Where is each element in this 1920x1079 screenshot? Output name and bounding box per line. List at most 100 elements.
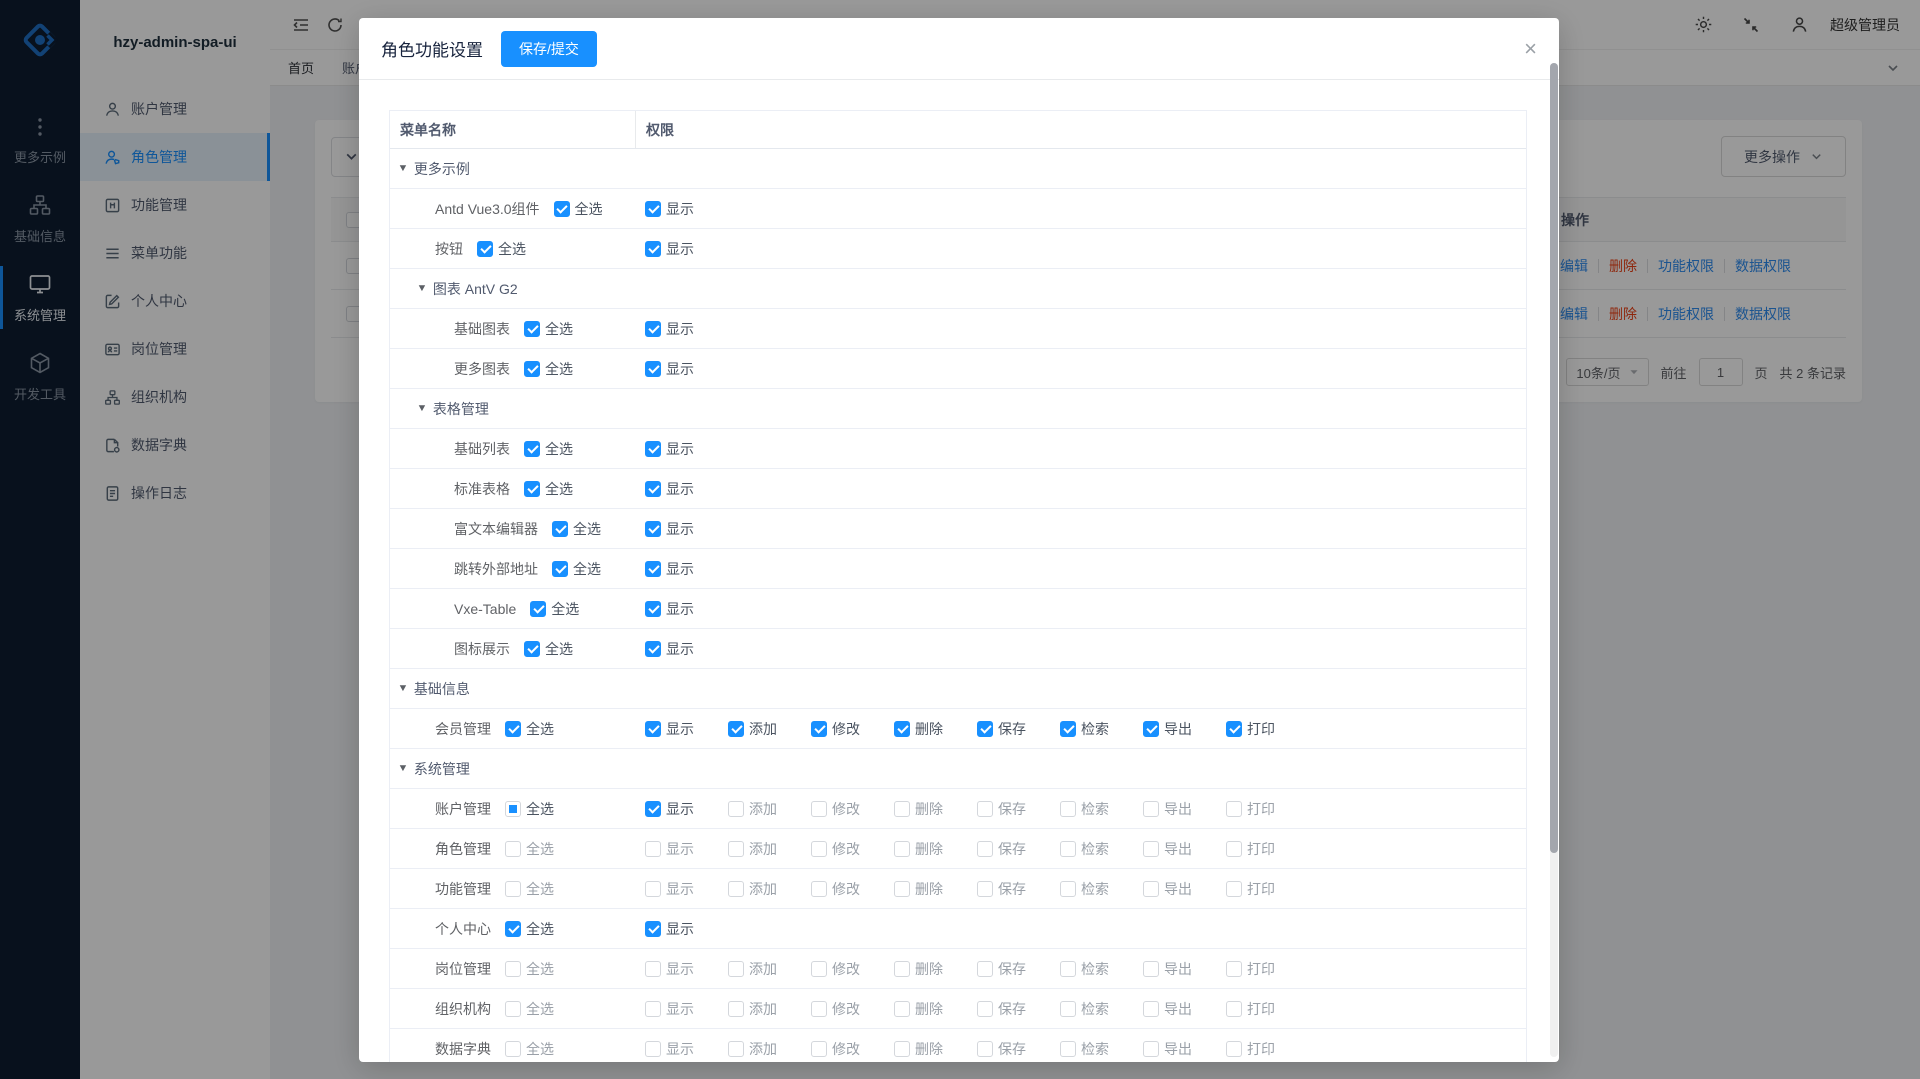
perm-checkbox-导出[interactable]: 导出 bbox=[1143, 959, 1226, 979]
perm-checkbox-导出[interactable]: 导出 bbox=[1143, 999, 1226, 1019]
perm-checkbox-保存[interactable]: 保存 bbox=[977, 719, 1060, 739]
perm-checkbox-检索[interactable]: 检索 bbox=[1060, 1039, 1143, 1059]
collapse-arrow-icon[interactable]: ▼ bbox=[398, 763, 409, 774]
perm-checkbox-打印[interactable]: 打印 bbox=[1226, 1039, 1309, 1059]
select-all-checkbox[interactable]: 全选 bbox=[505, 999, 554, 1019]
perm-checkbox-检索[interactable]: 检索 bbox=[1060, 999, 1143, 1019]
perm-checkbox-删除[interactable]: 删除 bbox=[894, 959, 977, 979]
perm-checkbox-保存[interactable]: 保存 bbox=[977, 799, 1060, 819]
select-all-checkbox[interactable]: 全选 bbox=[524, 479, 573, 499]
perm-checkbox-检索[interactable]: 检索 bbox=[1060, 719, 1143, 739]
perm-checkbox-修改[interactable]: 修改 bbox=[811, 999, 894, 1019]
perm-checkbox-导出[interactable]: 导出 bbox=[1143, 719, 1226, 739]
perm-checkbox-打印[interactable]: 打印 bbox=[1226, 959, 1309, 979]
checkbox bbox=[645, 481, 661, 497]
collapse-arrow-icon[interactable]: ▼ bbox=[398, 163, 409, 174]
perm-checkbox-保存[interactable]: 保存 bbox=[977, 959, 1060, 979]
perm-checkbox-添加[interactable]: 添加 bbox=[728, 1039, 811, 1059]
perm-checkbox-显示[interactable]: 显示 bbox=[645, 319, 728, 339]
perm-checkbox-显示[interactable]: 显示 bbox=[645, 519, 728, 539]
select-all-checkbox[interactable]: 全选 bbox=[505, 799, 554, 819]
select-all-checkbox[interactable]: 全选 bbox=[554, 199, 603, 219]
select-all-checkbox[interactable]: 全选 bbox=[524, 359, 573, 379]
perm-checkbox-添加[interactable]: 添加 bbox=[728, 719, 811, 739]
checkbox bbox=[1226, 841, 1242, 857]
collapse-arrow-icon[interactable]: ▼ bbox=[398, 683, 409, 694]
perm-checkbox-修改[interactable]: 修改 bbox=[811, 799, 894, 819]
close-icon[interactable]: × bbox=[1524, 38, 1537, 60]
perm-checkbox-删除[interactable]: 删除 bbox=[894, 1039, 977, 1059]
menu-name: 账户管理 bbox=[435, 799, 491, 819]
select-all-checkbox[interactable]: 全选 bbox=[524, 439, 573, 459]
perm-checkbox-保存[interactable]: 保存 bbox=[977, 839, 1060, 859]
perm-checkbox-显示[interactable]: 显示 bbox=[645, 479, 728, 499]
perm-checkbox-显示[interactable]: 显示 bbox=[645, 799, 728, 819]
perm-checkbox-添加[interactable]: 添加 bbox=[728, 879, 811, 899]
perm-checkbox-保存[interactable]: 保存 bbox=[977, 879, 1060, 899]
perm-checkbox-检索[interactable]: 检索 bbox=[1060, 799, 1143, 819]
perm-checkbox-显示[interactable]: 显示 bbox=[645, 199, 728, 219]
select-all-checkbox[interactable]: 全选 bbox=[505, 1039, 554, 1059]
perm-checkbox-导出[interactable]: 导出 bbox=[1143, 1039, 1226, 1059]
perm-checkbox-打印[interactable]: 打印 bbox=[1226, 719, 1309, 739]
perm-checkbox-删除[interactable]: 删除 bbox=[894, 799, 977, 819]
perm-checkbox-显示[interactable]: 显示 bbox=[645, 239, 728, 259]
perm-checkbox-保存[interactable]: 保存 bbox=[977, 999, 1060, 1019]
perm-checkbox-修改[interactable]: 修改 bbox=[811, 959, 894, 979]
perm-checkbox-显示[interactable]: 显示 bbox=[645, 959, 728, 979]
select-all-checkbox[interactable]: 全选 bbox=[477, 239, 526, 259]
perm-checkbox-删除[interactable]: 删除 bbox=[894, 719, 977, 739]
perm-checkbox-显示[interactable]: 显示 bbox=[645, 559, 728, 579]
perm-checkbox-删除[interactable]: 删除 bbox=[894, 999, 977, 1019]
perm-checkbox-导出[interactable]: 导出 bbox=[1143, 879, 1226, 899]
perm-checkbox-显示[interactable]: 显示 bbox=[645, 439, 728, 459]
modal-scrollbar-thumb[interactable] bbox=[1550, 63, 1558, 853]
select-all-checkbox[interactable]: 全选 bbox=[552, 519, 601, 539]
perm-checkbox-检索[interactable]: 检索 bbox=[1060, 839, 1143, 859]
select-all-checkbox[interactable]: 全选 bbox=[505, 879, 554, 899]
select-all-checkbox[interactable]: 全选 bbox=[505, 959, 554, 979]
perm-checkbox-删除[interactable]: 删除 bbox=[894, 839, 977, 859]
perm-checkbox-修改[interactable]: 修改 bbox=[811, 879, 894, 899]
select-all-checkbox[interactable]: 全选 bbox=[505, 919, 554, 939]
checkbox bbox=[505, 921, 521, 937]
perm-checkbox-保存[interactable]: 保存 bbox=[977, 1039, 1060, 1059]
perm-checkbox-打印[interactable]: 打印 bbox=[1226, 839, 1309, 859]
perm-checkbox-显示[interactable]: 显示 bbox=[645, 839, 728, 859]
perm-checkbox-检索[interactable]: 检索 bbox=[1060, 959, 1143, 979]
select-all-checkbox[interactable]: 全选 bbox=[524, 319, 573, 339]
perm-label: 添加 bbox=[749, 879, 777, 899]
perm-checkbox-添加[interactable]: 添加 bbox=[728, 839, 811, 859]
perm-checkbox-显示[interactable]: 显示 bbox=[645, 359, 728, 379]
perm-checkbox-添加[interactable]: 添加 bbox=[728, 959, 811, 979]
perm-checkbox-添加[interactable]: 添加 bbox=[728, 999, 811, 1019]
perm-checkbox-显示[interactable]: 显示 bbox=[645, 639, 728, 659]
perm-checkbox-修改[interactable]: 修改 bbox=[811, 719, 894, 739]
perm-checkbox-打印[interactable]: 打印 bbox=[1226, 799, 1309, 819]
select-all-checkbox[interactable]: 全选 bbox=[524, 639, 573, 659]
collapse-arrow-icon[interactable]: ▼ bbox=[417, 283, 428, 294]
perm-checkbox-导出[interactable]: 导出 bbox=[1143, 799, 1226, 819]
perm-checkbox-删除[interactable]: 删除 bbox=[894, 879, 977, 899]
perm-checkbox-显示[interactable]: 显示 bbox=[645, 879, 728, 899]
perm-checkbox-打印[interactable]: 打印 bbox=[1226, 879, 1309, 899]
perm-checkbox-修改[interactable]: 修改 bbox=[811, 839, 894, 859]
perm-checkbox-检索[interactable]: 检索 bbox=[1060, 879, 1143, 899]
perm-checkbox-显示[interactable]: 显示 bbox=[645, 999, 728, 1019]
perm-checkbox-显示[interactable]: 显示 bbox=[645, 599, 728, 619]
perm-label: 添加 bbox=[749, 839, 777, 859]
perm-checkbox-显示[interactable]: 显示 bbox=[645, 1039, 728, 1059]
perm-checkbox-导出[interactable]: 导出 bbox=[1143, 839, 1226, 859]
select-all-checkbox[interactable]: 全选 bbox=[552, 559, 601, 579]
select-all-checkbox[interactable]: 全选 bbox=[505, 719, 554, 739]
save-submit-button[interactable]: 保存/提交 bbox=[501, 31, 597, 67]
perm-checkbox-显示[interactable]: 显示 bbox=[645, 919, 728, 939]
checkbox bbox=[728, 801, 744, 817]
perm-checkbox-修改[interactable]: 修改 bbox=[811, 1039, 894, 1059]
perm-checkbox-添加[interactable]: 添加 bbox=[728, 799, 811, 819]
collapse-arrow-icon[interactable]: ▼ bbox=[417, 403, 428, 414]
select-all-checkbox[interactable]: 全选 bbox=[530, 599, 579, 619]
perm-checkbox-打印[interactable]: 打印 bbox=[1226, 999, 1309, 1019]
perm-checkbox-显示[interactable]: 显示 bbox=[645, 719, 728, 739]
select-all-checkbox[interactable]: 全选 bbox=[505, 839, 554, 859]
